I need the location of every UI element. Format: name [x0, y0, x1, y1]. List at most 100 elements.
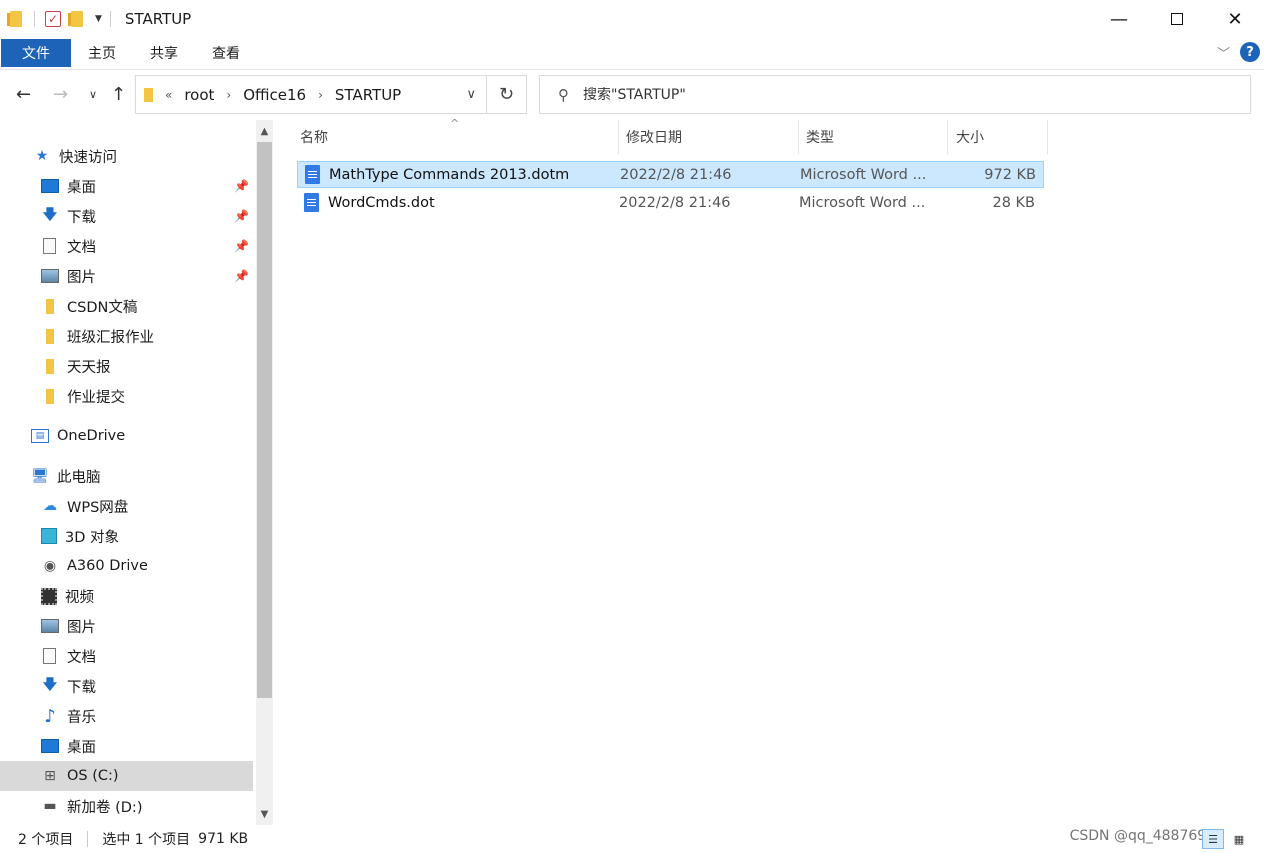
picture-icon [41, 269, 59, 283]
ribbon-tabs: 文件 主页 共享 查看 ﹀ ? [0, 38, 1264, 70]
column-header-type[interactable]: 类型 [806, 120, 834, 154]
sidebar-item-label: CSDN文稿 [67, 299, 138, 316]
search-box[interactable]: ⚲ [539, 75, 1251, 114]
chevron-right-icon[interactable]: › [226, 88, 231, 102]
folder-icon [46, 388, 54, 404]
maximize-button[interactable] [1148, 0, 1206, 38]
sidebar-item-wps[interactable]: ☁ WPS网盘 [0, 491, 253, 521]
chevron-down-icon[interactable]: ∨ [466, 87, 476, 102]
up-button[interactable]: ↑ [111, 84, 126, 105]
column-divider[interactable] [947, 120, 948, 154]
sidebar-item-label: 新加卷 (D:) [67, 799, 143, 816]
breadcrumb-startup[interactable]: STARTUP [335, 86, 401, 104]
close-button[interactable]: ✕ [1206, 0, 1264, 38]
pin-icon[interactable]: 📌 [234, 239, 249, 253]
column-header-size[interactable]: 大小 [956, 120, 984, 154]
sidebar-item-label: 音乐 [67, 709, 96, 726]
tab-share[interactable]: 共享 [133, 39, 195, 67]
search-input[interactable] [583, 86, 1183, 103]
drive-icon: ▬ [43, 798, 57, 814]
pin-icon[interactable]: 📌 [234, 179, 249, 193]
folder-icon [144, 87, 153, 102]
sidebar-item-label: 3D 对象 [65, 529, 119, 546]
sidebar-scrollbar[interactable]: ▲ ▼ [256, 120, 273, 825]
column-divider[interactable] [1047, 120, 1048, 154]
customize-toolbar-icon[interactable]: ▼ [95, 14, 102, 24]
sidebar-item-onedrive[interactable]: ▤ OneDrive [0, 421, 253, 451]
column-divider[interactable] [798, 120, 799, 154]
document-icon [43, 238, 56, 254]
column-header-name[interactable]: 名称 [300, 120, 328, 154]
folder-icon [46, 328, 54, 344]
scrollbar-thumb[interactable] [257, 142, 272, 698]
breadcrumb-office16[interactable]: Office16 [243, 86, 306, 104]
pin-icon[interactable]: 📌 [234, 209, 249, 223]
sidebar-item-this-pc[interactable]: 🖥 此电脑 [0, 461, 253, 491]
folder-icon [46, 298, 54, 314]
navigation-pane: ★ 快速访问 桌面 📌 🡇 下载 📌 文档 📌 图片 📌 CSDN文稿 班级汇报… [0, 120, 256, 825]
3d-objects-icon [41, 528, 57, 544]
file-row[interactable]: WordCmds.dot 2022/2/8 21:46 Microsoft Wo… [297, 189, 1044, 216]
refresh-button[interactable]: ↻ [487, 75, 527, 114]
sidebar-item-documents[interactable]: 文档 📌 [0, 231, 253, 261]
file-row[interactable]: MathType Commands 2013.dotm 2022/2/8 21:… [297, 161, 1044, 188]
selection-size: 971 KB [198, 831, 249, 847]
large-icons-view-icon[interactable]: ▦ [1228, 829, 1250, 849]
sidebar-item-label: OS (C:) [67, 768, 119, 784]
sidebar-item-quick-access[interactable]: ★ 快速访问 [0, 141, 253, 171]
sidebar-item-a360[interactable]: ◉ A360 Drive [0, 551, 253, 581]
tab-file[interactable]: 文件 [1, 39, 71, 67]
help-icon[interactable]: ? [1240, 42, 1260, 62]
sidebar-item-class-report[interactable]: 班级汇报作业 [0, 321, 253, 351]
sidebar-item-desktop-pc[interactable]: 桌面 [0, 731, 253, 761]
sidebar-item-homework[interactable]: 作业提交 [0, 381, 253, 411]
sidebar-item-3d-objects[interactable]: 3D 对象 [0, 521, 253, 551]
file-list: ^ 名称 修改日期 类型 大小 MathType Commands 2013.d… [276, 117, 1264, 825]
minimize-button[interactable]: — [1090, 0, 1148, 38]
title-bar: ✓ ▼ STARTUP — ✕ [0, 0, 1264, 38]
column-header-date[interactable]: 修改日期 [626, 120, 682, 154]
sidebar-item-os-c[interactable]: ⊞ OS (C:) [0, 761, 253, 791]
sidebar-item-documents-pc[interactable]: 文档 [0, 641, 253, 671]
sidebar-item-downloads[interactable]: 🡇 下载 📌 [0, 201, 253, 231]
sidebar-item-label: 快速访问 [59, 149, 117, 166]
sidebar-item-pictures[interactable]: 图片 📌 [0, 261, 253, 291]
sidebar-item-label: 下载 [67, 209, 96, 226]
sidebar-item-desktop[interactable]: 桌面 📌 [0, 171, 253, 201]
divider [109, 11, 111, 27]
forward-button[interactable]: → [53, 84, 68, 105]
new-folder-icon[interactable] [68, 11, 83, 27]
recent-locations-icon[interactable]: ∨ [89, 88, 97, 101]
properties-icon[interactable]: ✓ [45, 11, 61, 27]
sidebar-item-pictures-pc[interactable]: 图片 [0, 611, 253, 641]
tab-view[interactable]: 查看 [195, 39, 257, 67]
file-date: 2022/2/8 21:46 [619, 194, 731, 211]
chevron-right-icon[interactable]: › [318, 88, 323, 102]
scroll-down-icon[interactable]: ▼ [256, 805, 273, 823]
file-type: Microsoft Word ... [800, 166, 927, 183]
pin-icon[interactable]: 📌 [234, 269, 249, 283]
back-button[interactable]: ← [16, 84, 31, 105]
overflow-crumb[interactable]: « [165, 88, 172, 102]
scroll-up-icon[interactable]: ▲ [256, 122, 273, 140]
sidebar-item-downloads-pc[interactable]: 🡇 下载 [0, 671, 253, 701]
sidebar-item-daily[interactable]: 天天报 [0, 351, 253, 381]
tab-home[interactable]: 主页 [71, 39, 133, 67]
sidebar-item-music[interactable]: ♪ 音乐 [0, 701, 253, 731]
column-divider[interactable] [618, 120, 619, 154]
sidebar-item-videos[interactable]: 视频 [0, 581, 253, 611]
file-name: WordCmds.dot [328, 194, 435, 211]
breadcrumb-root[interactable]: root [184, 86, 214, 104]
details-view-icon[interactable]: ☰ [1202, 829, 1224, 849]
close-icon: ✕ [1227, 8, 1243, 30]
sidebar-item-drive-d[interactable]: ▬ 新加卷 (D:) [0, 791, 253, 821]
expand-ribbon-icon[interactable]: ﹀ [1217, 43, 1230, 62]
file-name: MathType Commands 2013.dotm [329, 166, 570, 183]
sidebar-item-label: WPS网盘 [67, 499, 129, 516]
selection-count: 选中 1 个项目 [102, 832, 191, 848]
sidebar-item-csdn[interactable]: CSDN文稿 [0, 291, 253, 321]
address-bar[interactable]: « root › Office16 › STARTUP ∨ [135, 75, 487, 114]
download-icon: 🡇 [42, 207, 58, 223]
file-date: 2022/2/8 21:46 [620, 166, 732, 183]
star-icon: ★ [35, 148, 49, 164]
